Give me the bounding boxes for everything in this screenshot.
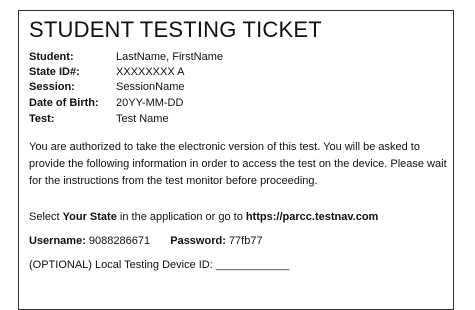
testnav-url: https://parcc.testnav.com [245,211,379,223]
dob-label: Date of Birth: [29,97,99,109]
session-label: Session: [29,81,75,93]
username-label: Username: [29,235,86,247]
credentials-line: Username: 9088286671 Password: 77fb77 [29,235,263,247]
password-value: 77fb77 [228,235,263,247]
select-state-line: Select Your State in the application or … [29,211,378,223]
test-value: Test Name [116,113,169,125]
optional-device-line: (OPTIONAL) Local Testing Device ID: ____… [29,259,290,271]
select-state-prefix: Select [29,211,63,223]
state-id-label: State ID#: [29,66,80,78]
student-label: Student: [29,51,74,63]
password-label: Password: [170,235,226,247]
username-value: 9088286671 [88,235,151,247]
dob-value: 20YY-MM-DD [116,97,184,109]
test-label: Test: [29,113,55,125]
select-state-middle: in the application or go to [116,211,246,223]
ticket-title: STUDENT TESTING TICKET [29,17,322,42]
testing-ticket: STUDENT TESTING TICKET Student: LastName… [18,10,454,310]
student-value: LastName, FirstName [116,51,223,63]
state-id-value: XXXXXXXX A [116,66,185,78]
instructions-paragraph: You are authorized to take the electroni… [29,141,447,187]
select-state-emphasis: Your State [62,211,117,223]
session-value: SessionName [116,81,185,93]
